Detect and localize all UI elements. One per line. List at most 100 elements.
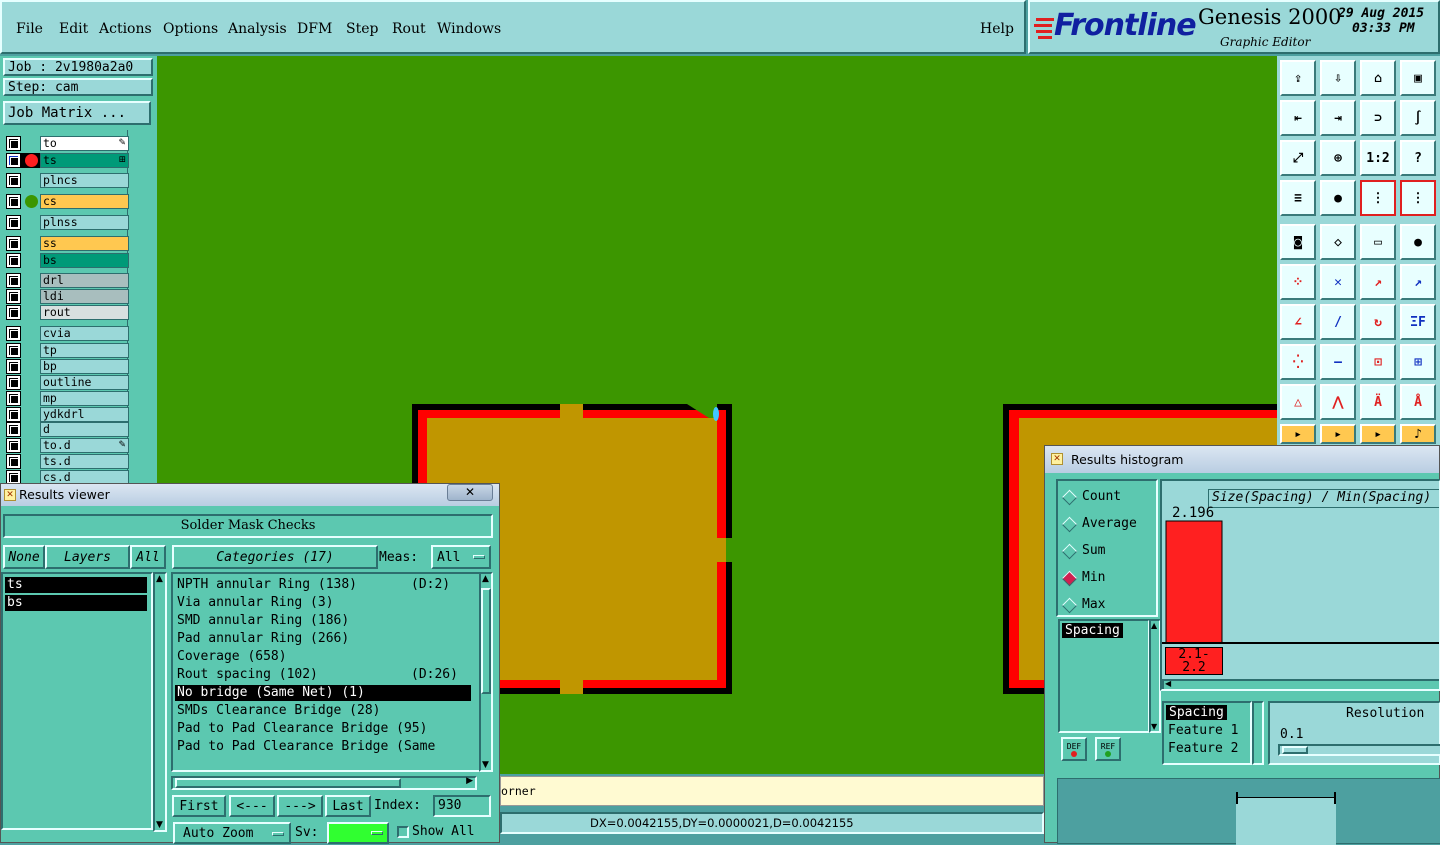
categories-scrollbar[interactable]: ▲ ▼ <box>479 572 493 772</box>
category-item[interactable]: Coverage (658) <box>175 649 471 665</box>
hscroll-thumb[interactable] <box>175 778 401 788</box>
job-matrix-button[interactable]: Job Matrix ... <box>3 101 151 125</box>
layer-row-ts[interactable]: ts ⊞ <box>6 153 129 168</box>
segment-tool-icon[interactable]: — <box>1320 344 1356 380</box>
layer-name[interactable]: cs <box>40 194 129 209</box>
arc-tool-icon[interactable]: ⋀ <box>1320 384 1356 420</box>
layer-name[interactable]: ydkdrl <box>40 407 129 422</box>
layer-row-drl[interactable]: drl <box>6 273 129 288</box>
layer-row-plnss[interactable]: plnss <box>6 215 129 230</box>
menu-actions[interactable]: Actions <box>99 21 152 37</box>
layer-list-item[interactable]: bs <box>5 595 147 611</box>
all-button[interactable]: All <box>130 545 166 569</box>
triangle-tool-icon[interactable]: △ <box>1280 384 1316 420</box>
menu-help[interactable]: Help <box>980 21 1014 37</box>
layer-checkbox[interactable] <box>6 422 21 437</box>
layer-checkbox[interactable] <box>6 438 21 453</box>
menu-dfm[interactable]: DFM <box>297 21 332 37</box>
slider-thumb[interactable] <box>1282 746 1308 754</box>
category-item[interactable]: Rout spacing (102) (D:26) <box>175 667 471 683</box>
layer-affected-icon[interactable] <box>25 154 38 167</box>
layer-name[interactable]: bs <box>40 253 129 268</box>
layer-checkbox[interactable] <box>6 173 21 188</box>
prev-button[interactable]: <--- <box>229 795 275 817</box>
zoom-home-icon[interactable]: ⇪ <box>1280 60 1316 96</box>
flip-tool-icon[interactable]: ΞF <box>1400 304 1436 340</box>
net-select-2-icon[interactable]: ⋮ <box>1400 180 1436 216</box>
scroll-up-icon[interactable]: ▲ <box>1151 621 1157 630</box>
net-select-icon[interactable]: ⋮ <box>1360 180 1396 216</box>
category-item[interactable]: SMDs Clearance Bridge (28) <box>175 703 471 719</box>
layer-row-cvia[interactable]: cvia <box>6 326 129 341</box>
cursor-tool-3-icon[interactable]: ▸ <box>1360 424 1396 444</box>
pan-left-icon[interactable]: ⇤ <box>1280 100 1316 136</box>
layer-checkbox[interactable] <box>6 391 21 406</box>
circle-select-icon[interactable]: ● <box>1400 224 1436 260</box>
menu-analysis[interactable]: Analysis <box>228 21 287 37</box>
zoom-down-icon[interactable]: ⇩ <box>1320 60 1356 96</box>
layer-checkbox[interactable] <box>6 215 21 230</box>
none-button[interactable]: None <box>3 545 45 569</box>
scroll-down-icon[interactable]: ▼ <box>156 820 163 830</box>
layer-row-mp[interactable]: mp <box>6 391 129 406</box>
cursor-tool-icon[interactable]: ▸ <box>1280 424 1316 444</box>
point-snap-icon[interactable]: ● <box>1320 180 1356 216</box>
category-item[interactable]: NPTH annular Ring (138) (D:2) <box>175 577 471 593</box>
category-item[interactable]: Pad annular Ring (266) <box>175 631 471 647</box>
menu-edit[interactable]: Edit <box>59 21 88 37</box>
layer-checkbox[interactable] <box>6 343 21 358</box>
text-tool-icon[interactable]: Ä <box>1360 384 1396 420</box>
layer-list-item[interactable]: ts <box>5 577 147 593</box>
auto-zoom-select[interactable]: Auto Zoom <box>173 822 291 844</box>
layer-name[interactable]: to <box>40 136 129 151</box>
pan-right-icon[interactable]: ⇥ <box>1320 100 1356 136</box>
layer-row-d[interactable]: d <box>6 422 129 437</box>
show-all-checkbox[interactable] <box>397 826 409 838</box>
line-tool-icon[interactable]: / <box>1320 304 1356 340</box>
layer-name[interactable]: outline <box>40 375 129 390</box>
menu-options[interactable]: Options <box>163 21 218 37</box>
layer-name[interactable]: drl <box>40 273 129 288</box>
layer-checkbox[interactable] <box>6 375 21 390</box>
layer-row-to-d[interactable]: to.d ✎ <box>6 438 129 453</box>
field-feature-2[interactable]: Feature 2 <box>1168 741 1238 756</box>
layer-row-ss[interactable]: ss <box>6 236 129 251</box>
layer-row-plncs[interactable]: plncs <box>6 173 129 188</box>
polygon-select-icon[interactable]: ◇ <box>1320 224 1356 260</box>
layer-row-ydkdrl[interactable]: ydkdrl <box>6 407 129 422</box>
layer-checkbox[interactable] <box>6 359 21 374</box>
category-item[interactable]: Pad to Pad Clearance Bridge (95) <box>175 721 471 737</box>
width-tool-icon[interactable]: ⊡ <box>1360 344 1396 380</box>
layer-checkbox[interactable] <box>6 273 21 288</box>
move-point-icon[interactable]: ↗ <box>1360 264 1396 300</box>
radio-diamond-icon[interactable] <box>1061 543 1078 560</box>
layer-affected-icon[interactable] <box>25 195 38 208</box>
ruler-icon[interactable]: ▭ <box>1360 224 1396 260</box>
resolution-slider[interactable] <box>1278 744 1440 756</box>
field-scrollbar[interactable] <box>1252 701 1264 765</box>
layer-row-rout[interactable]: rout <box>6 305 129 320</box>
layer-row-cs[interactable]: cs <box>6 194 129 209</box>
category-item[interactable]: SMD annular Ring (186) <box>175 613 471 629</box>
pad-tool-icon[interactable]: ⁛ <box>1280 344 1316 380</box>
measure-s-icon[interactable]: ∫ <box>1400 100 1436 136</box>
layer-name[interactable]: ts <box>40 153 129 168</box>
layer-checkbox[interactable] <box>6 454 21 469</box>
move-end-icon[interactable]: ↗ <box>1400 264 1436 300</box>
result-marker[interactable] <box>713 407 719 421</box>
tool-connect-icon[interactable]: ≡ <box>1280 180 1316 216</box>
field-listbox[interactable]: Spacing Feature 1 Feature 2 <box>1162 701 1252 765</box>
last-button[interactable]: Last <box>325 795 371 817</box>
layer-name[interactable]: d <box>40 422 129 437</box>
layers-listbox[interactable]: ts bs <box>1 572 153 830</box>
layer-name[interactable]: plncs <box>40 173 129 188</box>
close-button[interactable]: ✕ <box>447 484 493 501</box>
layer-name[interactable]: mp <box>40 391 129 406</box>
scroll-up-icon[interactable]: ▲ <box>156 574 163 584</box>
attribute-listbox[interactable]: Spacing <box>1058 619 1150 733</box>
layer-name[interactable]: ldi <box>40 289 129 304</box>
layer-checkbox[interactable] <box>6 253 21 268</box>
layer-name[interactable]: rout <box>40 305 129 320</box>
radio-diamond-icon[interactable] <box>1061 597 1078 614</box>
histogram-bar[interactable] <box>1165 520 1223 644</box>
